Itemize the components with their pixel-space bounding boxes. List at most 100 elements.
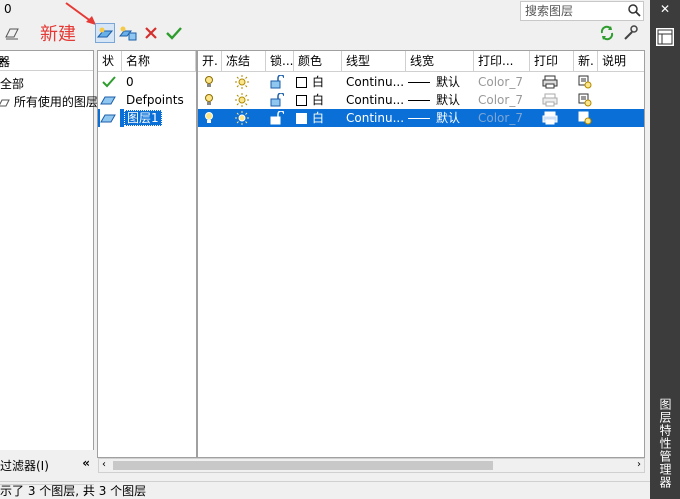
layer-name[interactable]: 0 — [126, 73, 196, 91]
col-linetype[interactable]: 线型 — [342, 51, 406, 72]
filter-tree-header: 器 « — [0, 51, 93, 71]
col-name[interactable]: 名称 — [122, 51, 196, 72]
layer-lineweight[interactable]: 默认 — [408, 73, 474, 91]
scroll-right-icon[interactable]: › — [637, 459, 641, 470]
layer-name[interactable]: Defpoints — [126, 91, 196, 109]
layer-status-icon — [100, 109, 120, 127]
layer-plot-style: Color_7 — [478, 111, 523, 125]
set-current-button[interactable] — [164, 23, 184, 43]
filter-icon — [0, 99, 10, 106]
new-layer-vp-frozen-button[interactable] — [118, 23, 138, 43]
filter-item-label: 所有使用的图层 — [13, 95, 98, 109]
settings-button[interactable] — [620, 23, 640, 43]
search-input[interactable]: 搜索图层 — [520, 1, 644, 21]
new-layer-icon — [97, 27, 113, 38]
checkmark-icon — [166, 27, 182, 40]
col-color[interactable]: 颜色 — [294, 51, 342, 72]
col-plot-style[interactable]: 打印... — [474, 51, 530, 72]
color-swatch — [296, 112, 307, 124]
layer-plot-style: Color_7 — [478, 93, 523, 107]
layer-linetype[interactable]: Continu... — [346, 109, 406, 127]
filter-footer: 过滤器(I) « — [0, 452, 94, 478]
new-vp-freeze-icon[interactable] — [578, 109, 596, 127]
layer-name[interactable]: 图层1 — [124, 110, 162, 126]
new-layer-vp-icon — [119, 26, 137, 41]
lineweight-value: 默认 — [436, 93, 461, 107]
col-description[interactable]: 说明 — [598, 51, 644, 72]
layer-row[interactable]: 0 白 Continu... 默认 Color_7 — [98, 73, 644, 91]
status-bar: 示了 3 个图层, 共 3 个图层 — [0, 481, 650, 499]
new-vp-freeze-icon[interactable] — [578, 91, 596, 109]
printer-icon[interactable] — [542, 73, 562, 91]
printer-disabled-icon[interactable] — [542, 91, 562, 109]
unlock-icon[interactable] — [270, 73, 286, 91]
close-icon[interactable]: ✕ — [656, 2, 674, 20]
delete-layer-button[interactable] — [141, 23, 161, 43]
col-on[interactable]: 开. — [198, 51, 222, 72]
color-swatch — [296, 76, 307, 88]
lineweight-value: 默认 — [436, 111, 461, 125]
color-name: 白 — [312, 75, 325, 89]
color-name: 白 — [312, 111, 325, 125]
layer-color[interactable]: 白 — [296, 109, 342, 127]
printer-icon[interactable] — [542, 109, 562, 127]
search-icon — [628, 4, 641, 17]
layer-name-edit[interactable]: 图层1 — [124, 109, 196, 127]
col-lock[interactable]: 锁... — [266, 51, 294, 72]
refresh-icon — [600, 25, 614, 41]
filter-item-all[interactable]: 全部 — [0, 75, 24, 92]
layer-color[interactable]: 白 — [296, 73, 342, 91]
unlock-icon[interactable] — [270, 109, 286, 127]
layer-lineweight[interactable]: 默认 — [408, 91, 474, 109]
delete-icon — [145, 27, 157, 39]
color-name: 白 — [312, 93, 325, 107]
lineweight-value: 默认 — [436, 75, 461, 89]
layer-states-icon[interactable] — [4, 26, 20, 40]
scrollbar-thumb[interactable] — [113, 461, 493, 470]
current-layer-check-icon — [102, 73, 120, 91]
sun-thawed-icon[interactable] — [235, 73, 253, 91]
sun-thawed-icon[interactable] — [235, 109, 253, 127]
filter-tree-pane: 器 « 全部 所有使用的图层 › — [0, 50, 98, 499]
collapse-filter-button[interactable]: « — [0, 53, 89, 67]
col-plot[interactable]: 打印 — [530, 51, 574, 72]
lightbulb-on-icon[interactable] — [204, 73, 220, 91]
new-vp-freeze-icon[interactable] — [578, 73, 596, 91]
layer-linetype[interactable]: Continu... — [346, 91, 406, 109]
layer-status-icon — [100, 91, 120, 109]
layer-plot-style: Color_7 — [478, 75, 523, 89]
col-freeze[interactable]: 冻结 — [222, 51, 266, 72]
new-layer-button[interactable] — [95, 23, 115, 43]
lineweight-sample — [408, 117, 430, 119]
lineweight-sample — [408, 99, 430, 101]
scroll-left-icon[interactable]: ‹ — [102, 459, 106, 470]
palette-sidebar: ✕ 图层特性管理器 — [650, 0, 680, 499]
lightbulb-on-icon[interactable] — [204, 109, 220, 127]
col-status[interactable]: 状 — [98, 51, 122, 72]
current-layer-label: 0 — [4, 2, 12, 16]
layer-color[interactable]: 白 — [296, 91, 342, 109]
grid-horizontal-scrollbar[interactable]: ‹ › — [98, 458, 645, 473]
unlock-icon[interactable] — [270, 91, 286, 109]
layer-grid: 状 名称 开. 冻结 锁... 颜色 线型 线宽 打印... 打印 新. 说明 … — [97, 50, 645, 458]
layer-row[interactable]: Defpoints 白 Continu... 默认 Color_7 — [98, 91, 644, 109]
refresh-button[interactable] — [597, 23, 617, 43]
wrench-icon — [624, 25, 638, 40]
invert-filter-label[interactable]: 过滤器(I) — [0, 457, 49, 474]
collapse-tree-button[interactable]: « — [82, 456, 90, 470]
filter-item-used-layers[interactable]: 所有使用的图层 — [0, 93, 98, 110]
properties-icon[interactable] — [656, 28, 674, 46]
layer-linetype[interactable]: Continu... — [346, 73, 406, 91]
col-lineweight[interactable]: 线宽 — [406, 51, 474, 72]
sun-thawed-icon[interactable] — [235, 91, 253, 109]
filter-item-label: 全部 — [0, 77, 25, 91]
lightbulb-on-icon[interactable] — [204, 91, 220, 109]
search-placeholder: 搜索图层 — [525, 4, 574, 18]
lineweight-sample — [408, 81, 430, 83]
col-new-vp-freeze[interactable]: 新. — [574, 51, 598, 72]
toolbar: 0 新建 搜索图层 — [0, 0, 650, 48]
grid-column-divider[interactable] — [196, 51, 198, 457]
palette-title: 图层特性管理器 — [658, 398, 672, 489]
layer-lineweight[interactable]: 默认 — [408, 109, 474, 127]
layer-row-selected[interactable]: 图层1 白 Continu... 默认 Color_7 — [98, 109, 644, 127]
